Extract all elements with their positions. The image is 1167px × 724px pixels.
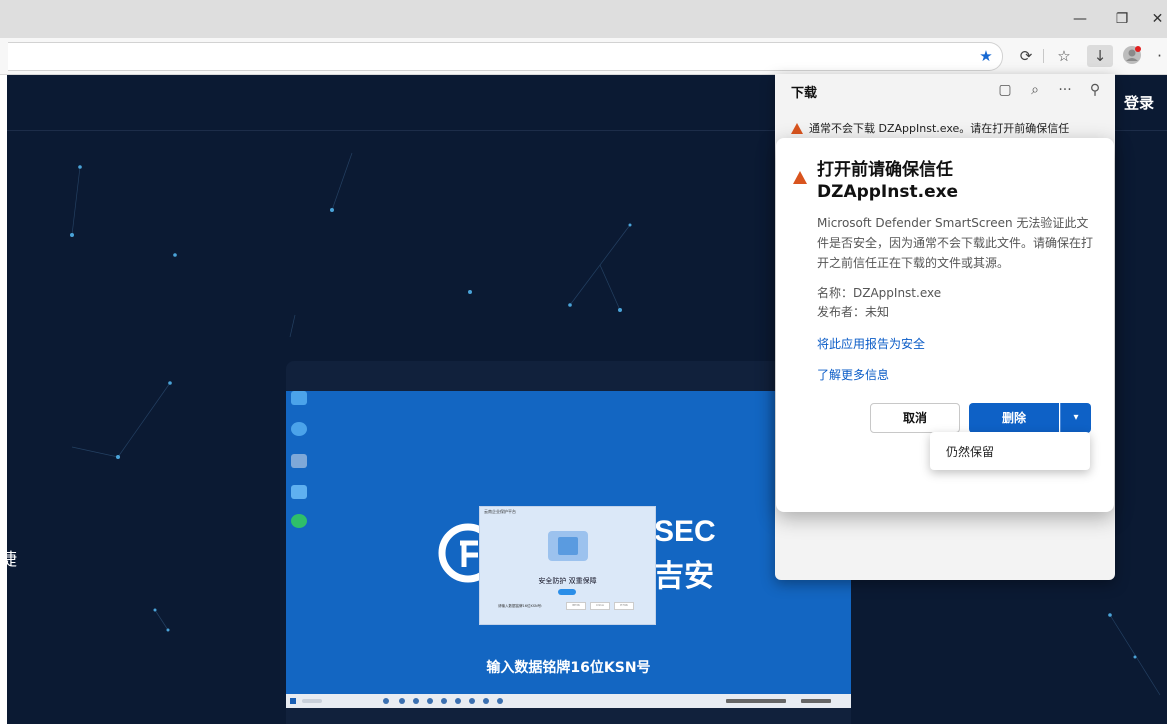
favorites-icon[interactable]: ☆ [1053, 45, 1075, 67]
report-safe-link[interactable]: 将此应用报告为安全 [817, 335, 925, 352]
installer-button [558, 589, 576, 595]
downloads-panel-title: 下载 [791, 86, 818, 101]
extensions-icon[interactable]: ⟳ [1015, 45, 1037, 67]
desktop-icon [291, 391, 307, 405]
video-subtitle: 输入数据铭牌16位KSN号 [486, 660, 651, 676]
open-folder-icon[interactable]: ▢ [995, 80, 1015, 100]
login-link[interactable]: 登录 [1124, 92, 1154, 113]
desktop-icon [291, 485, 307, 499]
dialog-filename: DZAppInst.exe [817, 182, 959, 202]
recycle-bin-icon [291, 454, 307, 468]
profile-avatar-icon[interactable] [1121, 45, 1143, 67]
more-icon[interactable]: · [1152, 45, 1167, 67]
installer-title: 云南企业保护平台 [484, 509, 516, 514]
dialog-heading: 打开前请确保信任 [817, 160, 953, 180]
download-item-text: 通常不会下载 DZAppInst.exe。请在打开前确保信任 [809, 122, 1070, 135]
learn-more-link[interactable]: 了解更多信息 [817, 366, 889, 383]
file-name-line: 名称：DZAppInst.exe [817, 286, 942, 300]
download-item[interactable]: 通常不会下载 DZAppInst.exe。请在打开前确保信任 [791, 120, 1069, 136]
shield-illustration-icon [548, 531, 588, 561]
logo-text-cn: 吉安 [654, 560, 714, 593]
ksn-field: C91A [590, 602, 610, 610]
keep-anyway-menu-item[interactable]: 仍然保留 [946, 443, 994, 460]
title-bar: — ❐ ✕ [0, 0, 1167, 38]
desktop-icon [291, 422, 307, 436]
video-desktop-screen: SEC 吉安 云南企业保护平台 安全防护 双重保障 请输入数据铭牌16位KSN号… [286, 391, 851, 701]
download-arrow-icon: ↓ [1093, 47, 1107, 65]
dialog-description: Microsoft Defender SmartScreen 无法验证此文件是否… [817, 216, 1094, 270]
favorite-star-icon[interactable]: ★ [975, 45, 997, 67]
cancel-button[interactable]: 取消 [870, 403, 960, 433]
pin-icon[interactable]: ⚲ [1085, 80, 1105, 100]
video-player[interactable]: SEC 吉安 云南企业保护平台 安全防护 双重保障 请输入数据铭牌16位KSN号… [286, 361, 851, 724]
close-button[interactable]: ✕ [1148, 8, 1167, 30]
restore-button[interactable]: ❐ [1108, 8, 1136, 30]
search-icon[interactable]: ⌕ [1025, 80, 1045, 100]
downloads-icon[interactable]: ↓ [1087, 45, 1113, 67]
chevron-down-icon[interactable]: ▾ [1060, 403, 1091, 433]
ksn-field: 8E36 [566, 602, 586, 610]
warning-icon [791, 123, 803, 134]
ksn-field: E796 [614, 602, 634, 610]
avatar-icon [1123, 46, 1141, 64]
toolbar-divider [1043, 49, 1044, 63]
browser-toolbar: ★ ⟳ ☆ ↓ · [0, 38, 1167, 75]
address-bar[interactable] [8, 42, 1003, 71]
delete-button[interactable]: 删除 [969, 403, 1059, 433]
warning-icon [793, 171, 807, 184]
minimize-button[interactable]: — [1066, 8, 1094, 30]
logo-text-en: SEC [654, 515, 716, 548]
edge-browser-icon [291, 514, 307, 528]
installer-window: 云南企业保护平台 安全防护 双重保障 请输入数据铭牌16位KSN号: 8E36 … [479, 506, 656, 625]
publisher-line: 发布者：未知 [817, 305, 890, 319]
more-options-icon[interactable]: ··· [1055, 80, 1075, 100]
smartscreen-dialog: 打开前请确保信任 DZAppInst.exe Microsoft Defende… [776, 138, 1114, 512]
taskbar-icons [290, 698, 831, 704]
installer-slogan: 安全防护 双重保障 [538, 577, 597, 585]
keep-dropdown-menu: 仍然保留 [930, 432, 1090, 470]
video-taskbar [286, 694, 851, 708]
nav-text-fragment: 捷 [0, 550, 17, 570]
installer-input-label: 请输入数据铭牌16位KSN号: [498, 604, 543, 608]
left-edge [0, 75, 7, 724]
